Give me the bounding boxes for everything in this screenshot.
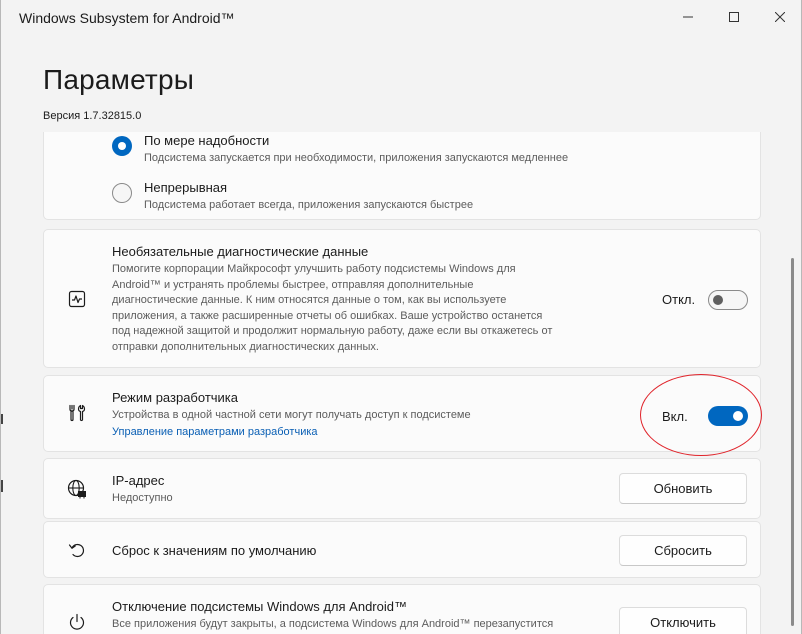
window-title: Windows Subsystem for Android™ (19, 10, 235, 26)
shutdown-description: Все приложения будут закрыты, а подсисте… (112, 618, 554, 630)
radio-as-needed[interactable] (112, 136, 132, 156)
reset-card: Сброс к значениям по умолчанию Сбросить (43, 521, 761, 578)
option-continuous-description: Подсистема работает всегда, приложения з… (144, 199, 474, 211)
diagnostics-toggle[interactable] (708, 290, 748, 310)
version-label: Версия 1.7.32815.0 (43, 110, 142, 122)
diagnostics-description-line: Помогите корпорации Майкрософт улучшить … (112, 263, 516, 275)
title-bar: Windows Subsystem for Android™ (1, 0, 801, 36)
radio-continuous[interactable] (112, 183, 132, 203)
window-edge-marker (1, 480, 3, 492)
diagnostics-description-line: Android™ и устранять проблемы быстрее, о… (112, 278, 474, 291)
ip-address-value: Недоступно (112, 492, 173, 504)
reset-button[interactable]: Сбросить (619, 535, 747, 566)
developer-settings-link[interactable]: Управление параметрами разработчика (112, 426, 318, 438)
developer-mode-title: Режим разработчика (112, 390, 239, 405)
developer-mode-description: Устройства в одной частной сети могут по… (112, 409, 471, 421)
window-edge-marker (1, 414, 3, 424)
diagnostics-toggle-label: Откл. (662, 292, 696, 307)
reset-icon (66, 539, 88, 561)
maximize-button[interactable] (711, 0, 757, 34)
close-icon (775, 12, 785, 22)
ip-address-title: IP-адрес (112, 473, 165, 488)
diagnostics-description-line: приложения, а также расширенные отчеты о… (112, 309, 543, 322)
developer-mode-highlight-circle (640, 374, 762, 456)
option-as-needed-label: По мере надобности (144, 133, 270, 148)
diagnostics-description-line: диагностические данные. К ним относятся … (112, 294, 507, 307)
shutdown-title: Отключение подсистемы Windows для Androi… (112, 599, 407, 614)
diagnostics-title: Необязательные диагностические данные (112, 244, 369, 259)
resources-card: По мере надобности Подсистема запускаетс… (43, 132, 761, 220)
diagnostics-description-line: отправки дополнительных диагностических … (112, 340, 379, 353)
activity-monitor-icon (66, 288, 88, 310)
close-button[interactable] (757, 0, 801, 34)
developer-tools-icon (66, 402, 88, 424)
app-window: Windows Subsystem for Android™ Параметры… (0, 0, 802, 634)
maximize-icon (729, 12, 739, 22)
minimize-icon (683, 16, 693, 18)
network-globe-icon (66, 478, 88, 500)
vertical-scrollbar[interactable] (791, 258, 794, 626)
ip-address-card: IP-адрес Недоступно Обновить (43, 458, 761, 519)
page-title: Параметры (43, 64, 195, 95)
option-as-needed-description: Подсистема запускается при необходимости… (144, 152, 569, 164)
diagnostics-description-line: под надежной защитой и продолжит нормаль… (112, 325, 553, 338)
shutdown-card: Отключение подсистемы Windows для Androi… (43, 584, 761, 634)
shutdown-button[interactable]: Отключить (619, 607, 747, 634)
option-continuous-label: Непрерывная (144, 180, 228, 195)
diagnostics-description: Помогите корпорации Майкрософт улучшить … (112, 262, 612, 356)
diagnostics-card: Необязательные диагностические данные По… (43, 229, 761, 368)
refresh-ip-button[interactable]: Обновить (619, 473, 747, 504)
power-icon (66, 611, 88, 633)
minimize-button[interactable] (665, 0, 711, 34)
reset-title: Сброс к значениям по умолчанию (112, 543, 317, 558)
